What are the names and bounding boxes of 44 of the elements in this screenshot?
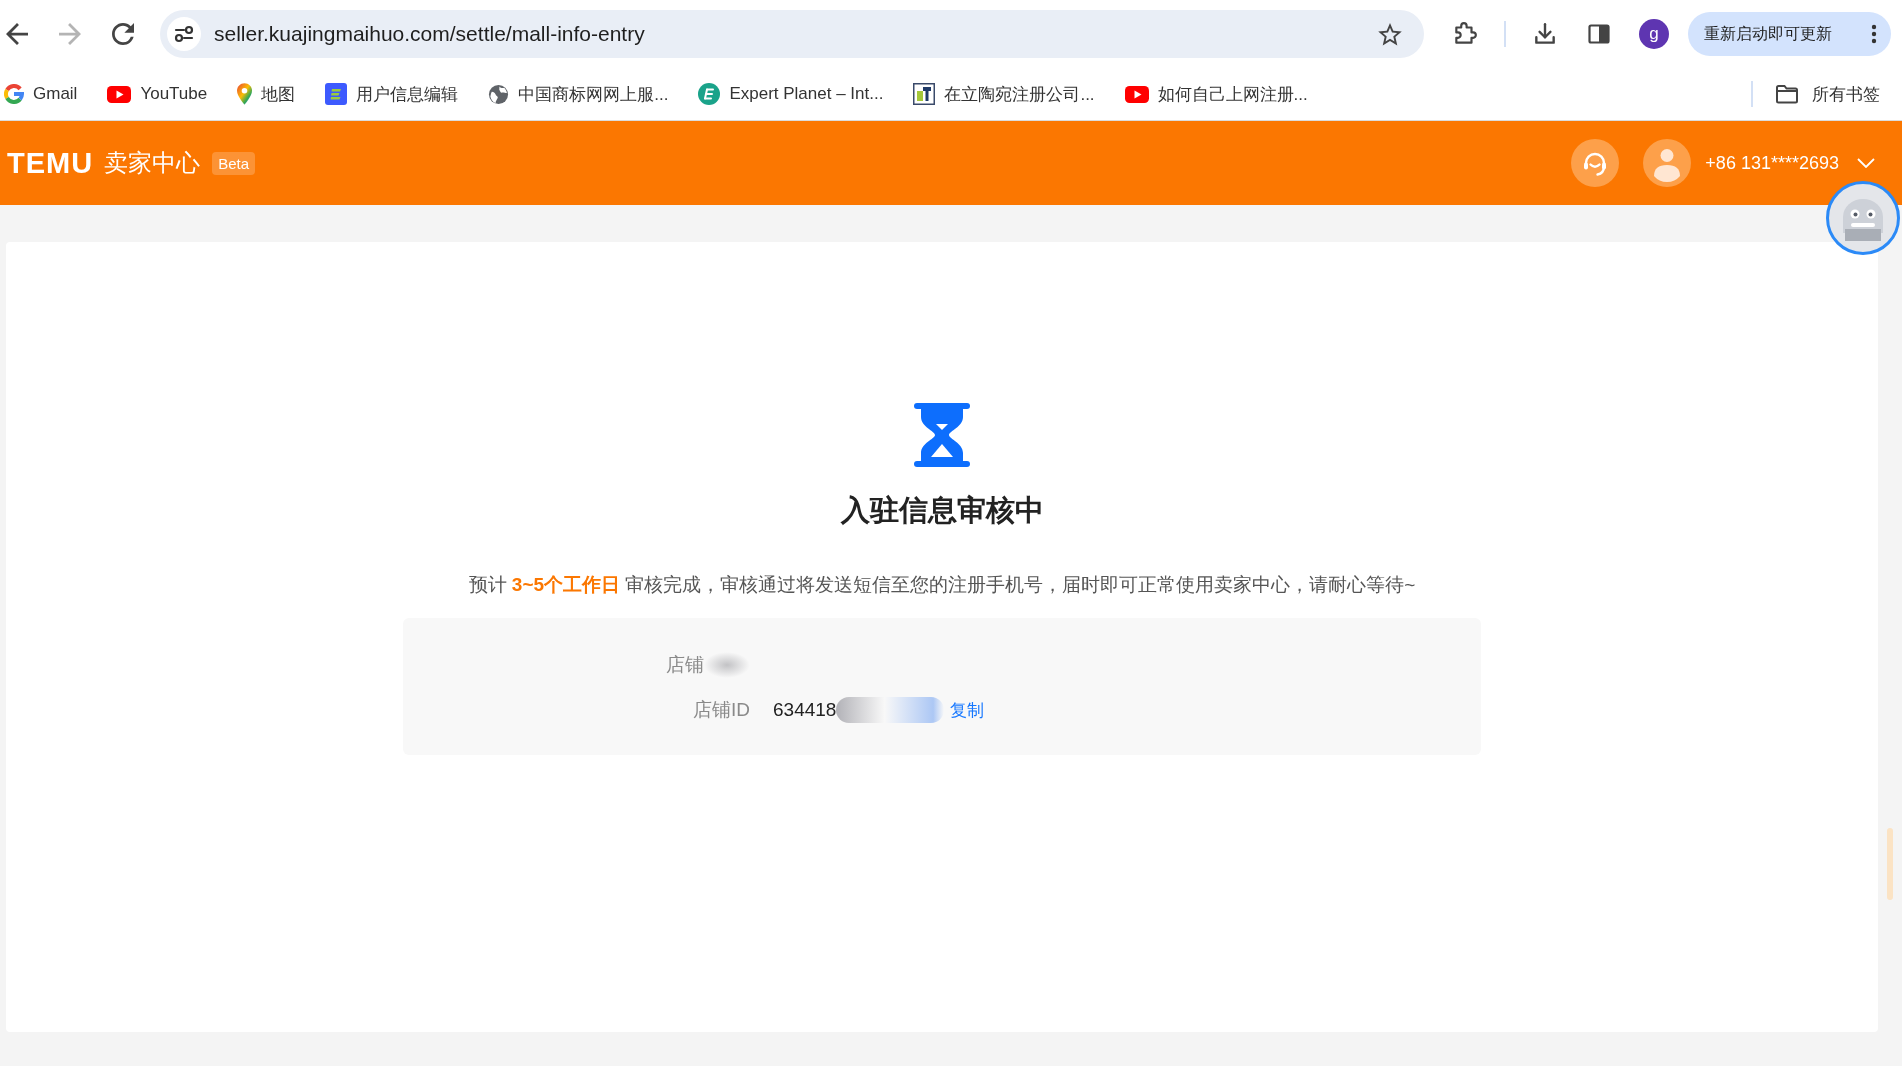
- back-arrow-icon[interactable]: [6, 23, 28, 45]
- header-title: 卖家中心: [104, 148, 201, 178]
- bookmark-link[interactable]: Gmail: [4, 84, 78, 104]
- g-logo-icon: [4, 84, 24, 104]
- extensions-icon[interactable]: [1452, 21, 1478, 47]
- bookmark-link[interactable]: Expert Planet – Int...: [698, 83, 884, 105]
- field-label: 店铺ID: [693, 698, 750, 722]
- scrollbar-thumb[interactable]: [1887, 828, 1893, 900]
- play-button-icon: [1124, 85, 1149, 103]
- copy-link[interactable]: 复制: [950, 698, 985, 722]
- field-value: 634418: [773, 699, 837, 721]
- globe-icon: [488, 83, 510, 105]
- play-button-icon: [107, 85, 132, 103]
- chevron-down-icon[interactable]: [1857, 158, 1875, 168]
- field-label: 店铺: [666, 653, 704, 677]
- bookmark-link[interactable]: 中国商标网网上服...: [488, 82, 669, 106]
- bookmark-link[interactable]: 如何自己上网注册...: [1124, 82, 1308, 106]
- all-bookmarks-button[interactable]: 所有书签: [1775, 82, 1880, 106]
- reload-icon[interactable]: [112, 23, 134, 45]
- app-tile-icon: [325, 83, 348, 105]
- download-icon[interactable]: [1532, 21, 1558, 47]
- update-button[interactable]: 重新启动即可更新: [1688, 12, 1891, 56]
- bookmark-link[interactable]: 在立陶宛注册公司...: [913, 82, 1095, 106]
- folder-icon: [1775, 84, 1799, 104]
- bookmark-link[interactable]: 地图: [237, 82, 296, 106]
- status-message: 预计 3~5个工作日 审核完成，审核通过将发送短信至您的注册手机号，届时即可正常使用卖家中心，请耐心等待~: [468, 573, 1416, 597]
- logo-text: TEMU: [7, 146, 94, 180]
- bookmark-link[interactable]: 用户信息编辑: [325, 82, 459, 106]
- bookmark-link[interactable]: YouTube: [107, 84, 208, 104]
- profile-button[interactable]: g: [1639, 19, 1669, 49]
- status-title: 入驻信息审核中: [840, 493, 1044, 528]
- assistant-robot-icon[interactable]: [1826, 181, 1900, 255]
- star-icon[interactable]: [1378, 22, 1402, 46]
- site-settings-icon[interactable]: [167, 17, 201, 51]
- hourglass-icon: [914, 403, 970, 467]
- headset-icon[interactable]: [1571, 139, 1620, 187]
- square-logo-icon: [913, 83, 936, 105]
- more-vertical-icon[interactable]: [1871, 24, 1877, 44]
- striped-circle-icon: [698, 83, 721, 105]
- side-panel-icon[interactable]: [1587, 22, 1611, 46]
- beta-badge: Beta: [212, 151, 256, 175]
- url-text[interactable]: seller.kuajingmaihuo.com/settle/mall-info-entry: [214, 22, 1378, 46]
- map-pin-icon: [237, 83, 253, 105]
- address-bar[interactable]: seller.kuajingmaihuo.com/settle/mall-info-entry: [160, 10, 1424, 58]
